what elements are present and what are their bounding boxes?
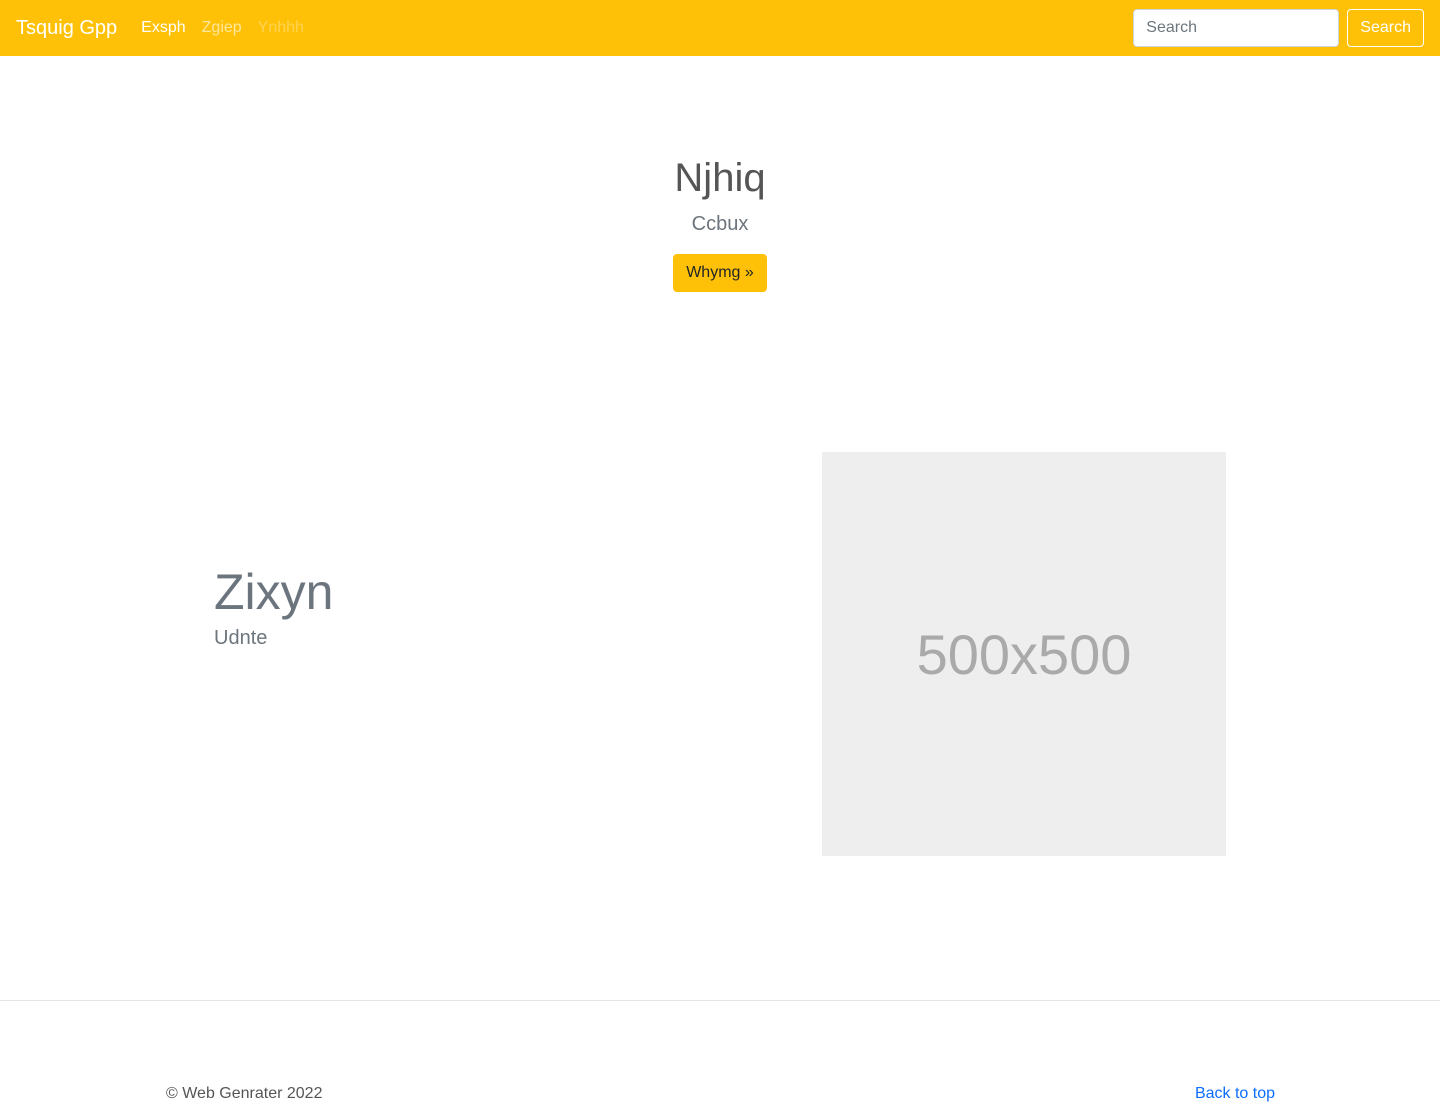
nav-link-exsph[interactable]: Exsph: [141, 19, 185, 37]
top-navbar: Tsquig Gpp Exsph Zgiep Ynhhh Search: [0, 0, 1440, 56]
hero-subtitle: Ccbux: [691, 213, 749, 235]
footer-divider: [0, 1000, 1440, 1001]
search-input[interactable]: [1133, 9, 1340, 47]
search-form: Search: [1133, 9, 1424, 47]
feature-heading: Zixyn: [214, 564, 334, 620]
nav-link-ynhhh: Ynhhh: [257, 19, 304, 36]
nav-link-zgiep[interactable]: Zgiep: [202, 19, 242, 37]
hero-title: Njhiq: [674, 156, 766, 200]
back-to-top-link[interactable]: Back to top: [1195, 1084, 1275, 1103]
nav-links: Exsph Zgiep Ynhhh: [141, 19, 320, 37]
search-button[interactable]: Search: [1347, 9, 1424, 47]
feature-lead: Udnte: [214, 627, 268, 649]
feature-image-placeholder: 500x500: [822, 452, 1226, 856]
footer-copyright: © Web Genrater 2022: [166, 1085, 323, 1102]
image-placeholder-label: 500x500: [916, 622, 1132, 686]
brand-link[interactable]: Tsquig Gpp: [16, 17, 117, 40]
hero-cta-button[interactable]: Whymg »: [673, 254, 767, 292]
